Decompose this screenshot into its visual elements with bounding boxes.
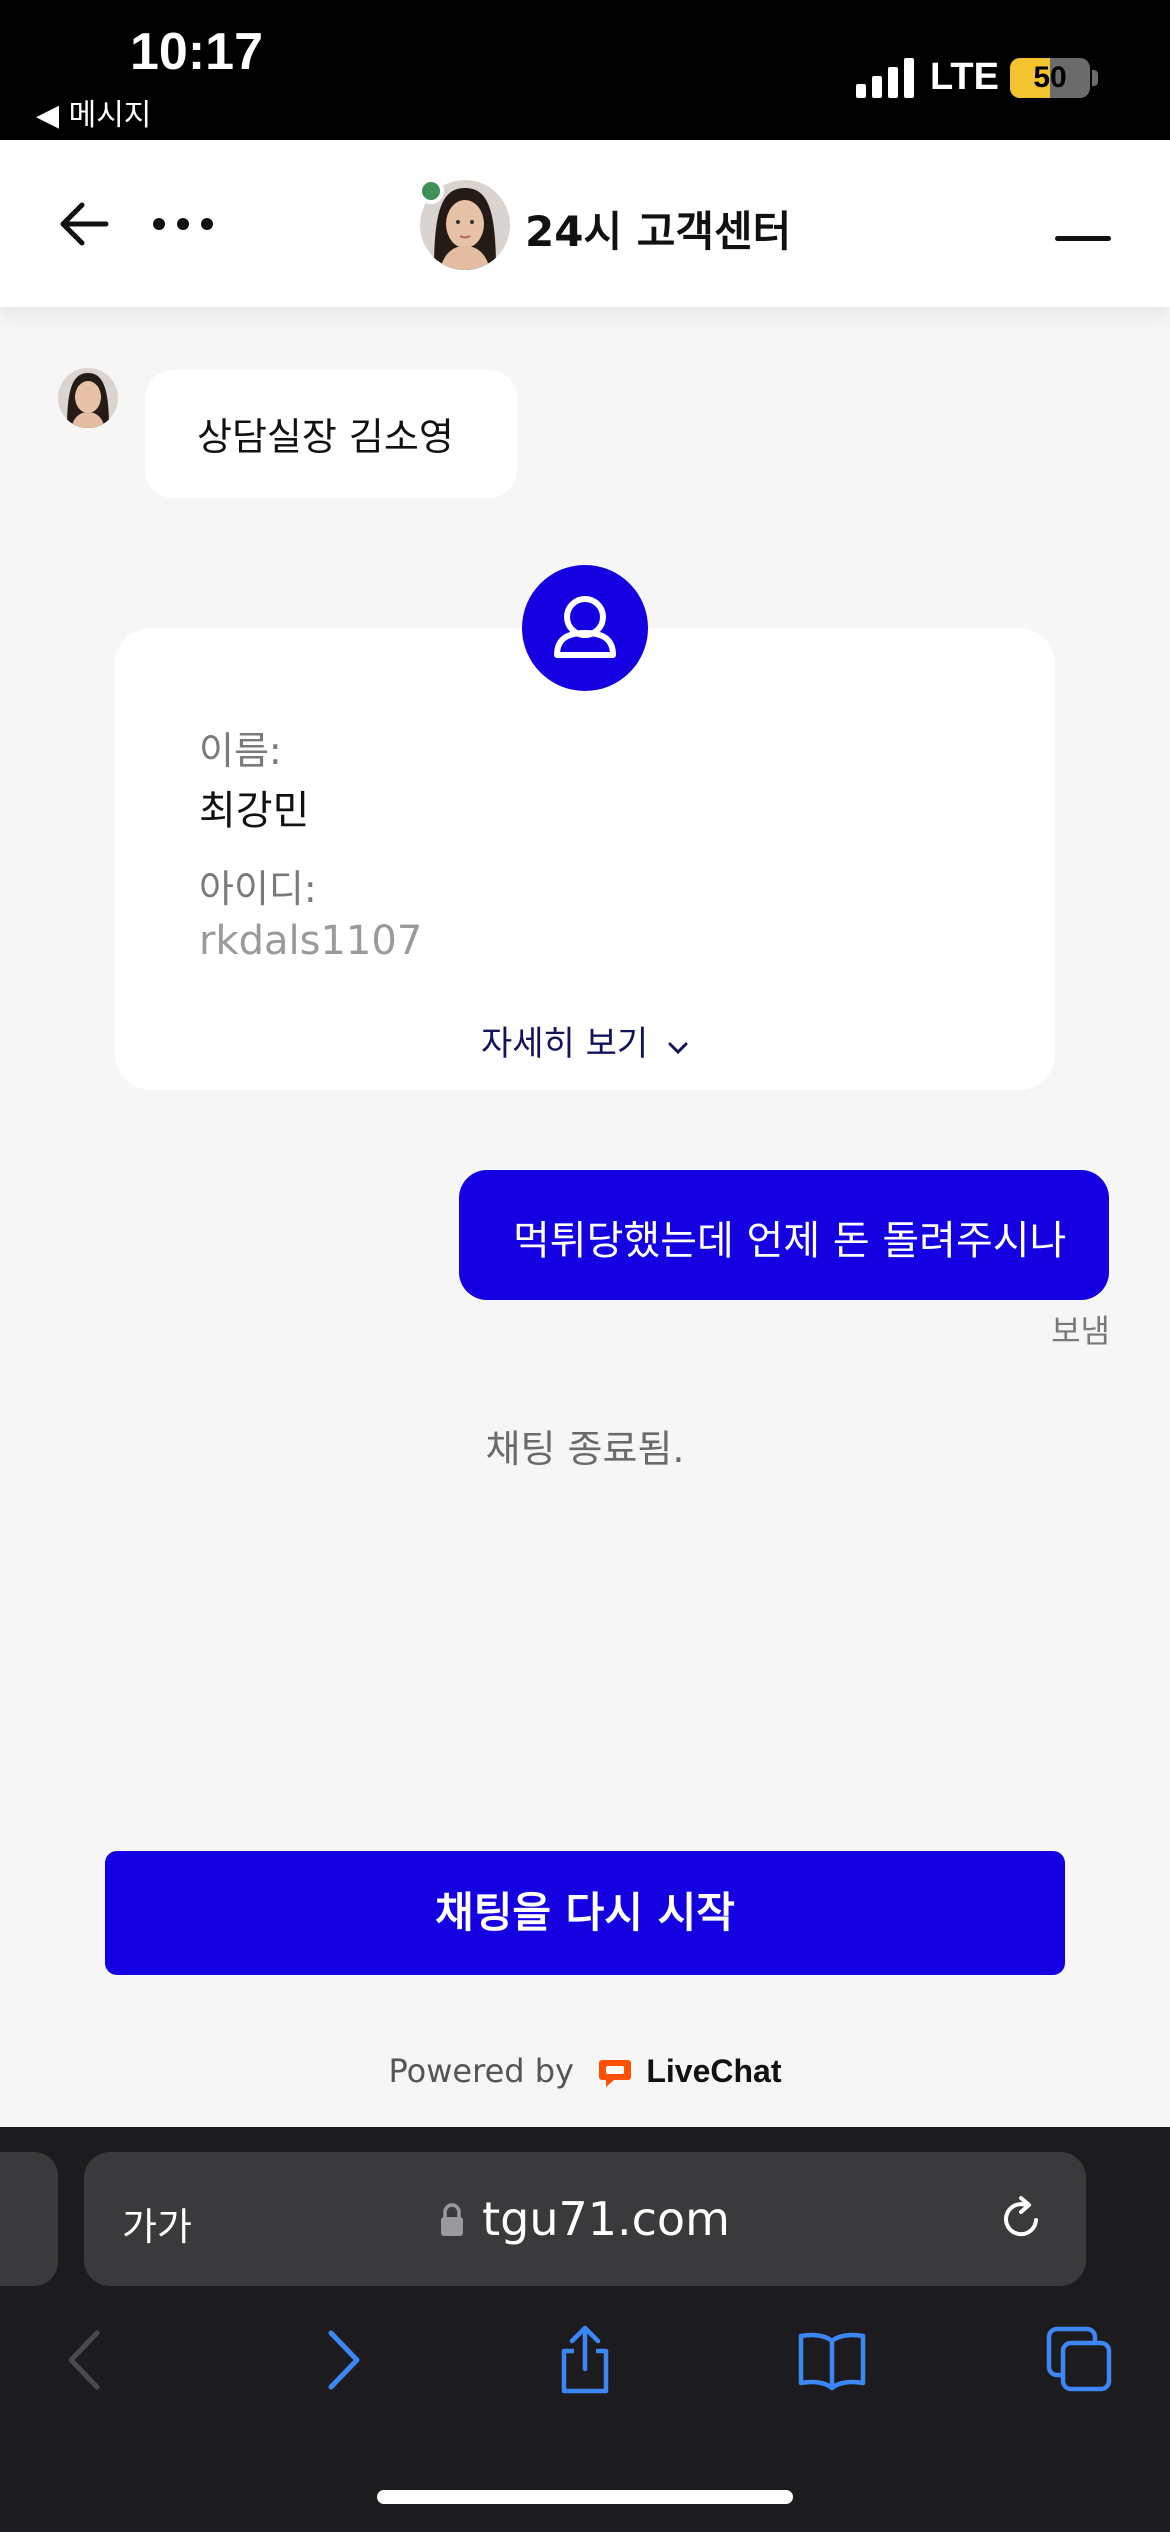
signal-icon bbox=[856, 58, 914, 98]
home-indicator[interactable] bbox=[377, 2490, 793, 2504]
reload-icon[interactable] bbox=[996, 2194, 1046, 2244]
url-display[interactable]: tgu71.com bbox=[84, 2192, 1086, 2246]
system-message: 채팅 종료됨. bbox=[485, 1427, 685, 1471]
bookmarks-icon[interactable] bbox=[797, 2325, 867, 2395]
visitor-message-bubble: 먹튀당했는데 언제 돈 돌려주시나 bbox=[459, 1170, 1109, 1300]
online-status-dot bbox=[418, 178, 444, 204]
status-bar: 10:17 ◀ 메시지 LTE 50 bbox=[0, 0, 1170, 140]
name-value: 최강민 bbox=[199, 788, 310, 834]
forward-icon[interactable] bbox=[305, 2325, 375, 2395]
back-arrow-icon[interactable] bbox=[58, 198, 110, 250]
address-bar[interactable]: 가가 tgu71.com bbox=[84, 2152, 1086, 2286]
minimize-button[interactable] bbox=[1055, 236, 1111, 241]
view-details-link[interactable]: 자세히 보기 bbox=[115, 1016, 1055, 1065]
chat-title: 24시 고객센터 bbox=[525, 207, 792, 256]
status-time: 10:17 bbox=[130, 23, 263, 81]
lock-icon bbox=[441, 2203, 464, 2236]
battery-tip bbox=[1092, 70, 1098, 86]
id-value: rkdals1107 bbox=[199, 918, 423, 964]
previous-tab-edge[interactable] bbox=[0, 2152, 58, 2286]
share-icon[interactable] bbox=[550, 2325, 620, 2395]
battery-icon: 50 bbox=[1010, 58, 1090, 98]
powered-by-footer[interactable]: Powered by LiveChat bbox=[0, 2052, 1170, 2090]
url-text: tgu71.com bbox=[482, 2192, 730, 2246]
back-to-app-link[interactable]: ◀ 메시지 bbox=[36, 90, 151, 134]
agent-message-avatar bbox=[58, 368, 118, 428]
view-details-label: 자세히 보기 bbox=[480, 1024, 649, 1064]
agent-message-bubble: 상담실장 김소영 bbox=[145, 370, 517, 498]
browser-toolbar: 가가 tgu71.com bbox=[0, 2127, 1170, 2532]
livechat-logo-icon bbox=[599, 2060, 632, 2087]
chevron-down-icon bbox=[668, 1042, 688, 1055]
livechat-brand: LiveChat bbox=[646, 2053, 782, 2089]
message-status: 보냄 bbox=[1051, 1312, 1110, 1350]
back-icon[interactable] bbox=[53, 2325, 123, 2395]
battery-percent: 50 bbox=[1033, 61, 1067, 94]
more-options-icon[interactable] bbox=[150, 215, 216, 233]
network-type: LTE bbox=[930, 56, 999, 98]
tabs-icon[interactable] bbox=[1045, 2325, 1115, 2395]
user-profile-icon bbox=[522, 565, 648, 691]
id-label: 아이디: bbox=[199, 867, 317, 911]
powered-by-text: Powered by bbox=[388, 2052, 574, 2090]
name-label: 이름: bbox=[199, 729, 282, 773]
restart-chat-button[interactable]: 채팅을 다시 시작 bbox=[105, 1851, 1065, 1975]
user-info-card: 이름: 최강민 아이디: rkdals1107 자세히 보기 bbox=[115, 628, 1055, 1090]
chat-header: 24시 고객센터 bbox=[0, 140, 1170, 307]
